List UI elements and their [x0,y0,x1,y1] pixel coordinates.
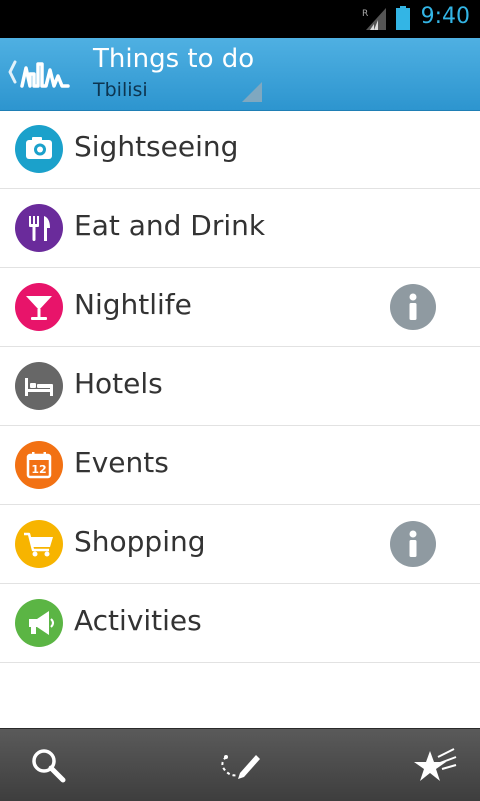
list-item-hotels[interactable]: Hotels [0,347,480,426]
favorites-button[interactable] [390,729,480,801]
page-title[interactable]: Things to do [93,44,254,74]
list-item-label: Hotels [74,367,163,400]
info-icon[interactable] [390,284,436,330]
calendar-icon: 12 [15,441,63,489]
dropdown-indicator-icon[interactable] [242,82,262,102]
status-time: 9:40 [420,4,470,29]
info-icon[interactable] [390,521,436,567]
list-item-events[interactable]: 12 Events [0,426,480,505]
calendar-day: 12 [31,463,46,476]
list-item-nightlife[interactable]: Nightlife [0,268,480,347]
battery-icon [396,6,410,30]
list-item-sightseeing[interactable]: Sightseeing [0,110,480,189]
route-pencil-icon [221,755,260,779]
city-subtitle[interactable]: Tbilisi [93,79,148,101]
star-icon [414,748,457,781]
action-bar: Things to do Tbilisi [0,38,480,111]
fork-knife-icon [15,204,63,252]
list-item-label: Shopping [74,525,206,558]
list-item-label: Events [74,446,169,479]
list-item-activities[interactable]: Activities [0,584,480,663]
list-item-label: Activities [74,604,202,637]
roaming-indicator: R [362,9,368,19]
list-item-eat-and-drink[interactable]: Eat and Drink [0,189,480,268]
cart-icon [15,520,63,568]
megaphone-icon [15,599,63,647]
list-item-label: Nightlife [74,288,192,321]
list-item-label: Sightseeing [74,130,239,163]
category-list: Sightseeing Eat and Drink Nightlife Hote… [0,110,480,663]
bottom-toolbar [0,728,480,801]
list-item-shopping[interactable]: Shopping [0,505,480,584]
app-logo-up-button[interactable] [4,52,72,96]
list-item-label: Eat and Drink [74,209,266,242]
search-button[interactable] [0,729,100,801]
bed-icon [15,362,63,410]
camera-icon [15,125,63,173]
cocktail-icon [15,283,63,331]
route-planner-button[interactable] [190,729,290,801]
search-icon [32,749,66,783]
status-bar: R 9:40 [0,0,480,38]
signal-icon: R [362,8,386,30]
